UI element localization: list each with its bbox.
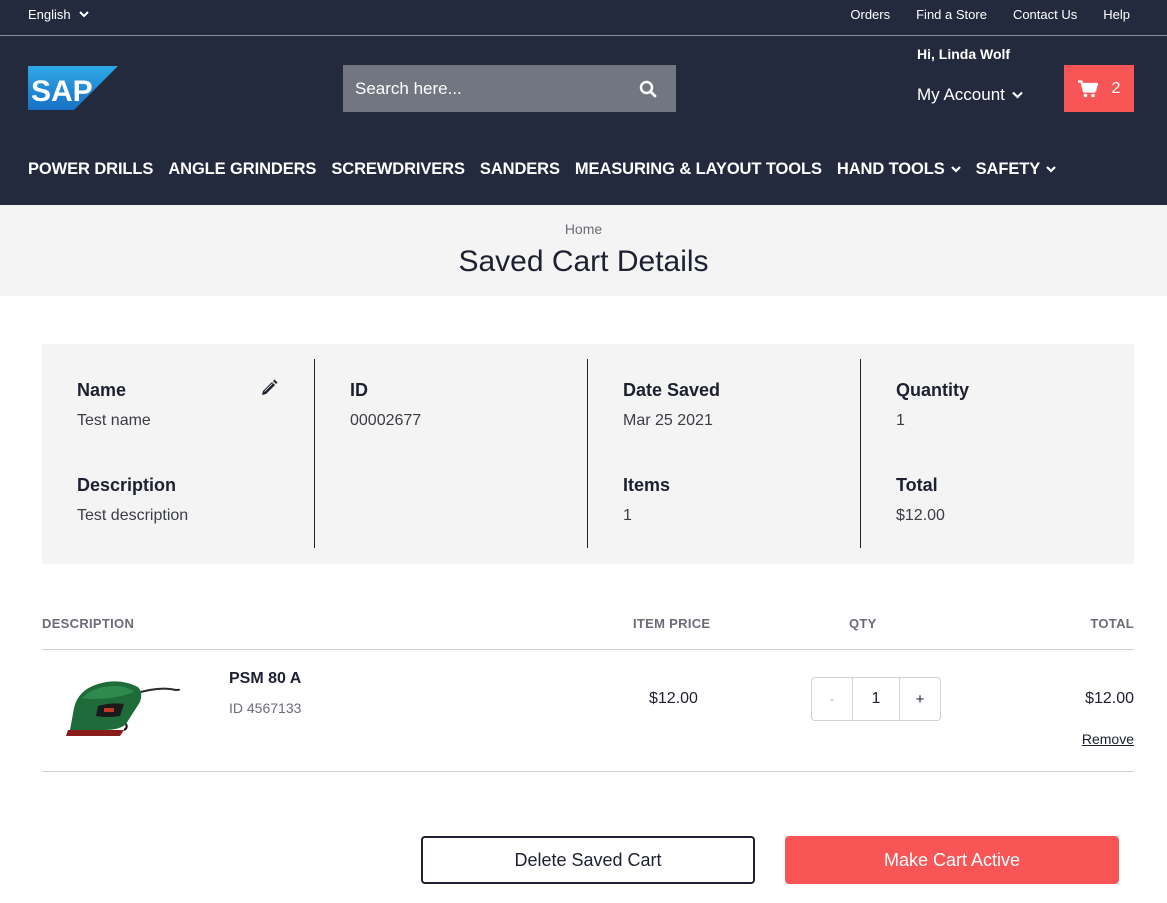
summary-col-date: Date Saved Mar 25 2021 Items 1 [588, 359, 861, 548]
chevron-down-icon [78, 11, 89, 18]
quantity-stepper: - 1 + [811, 677, 941, 721]
quantity-label: Quantity [896, 380, 970, 400]
user-greeting: Hi, Linda Wolf [917, 46, 1011, 62]
find-store-link[interactable]: Find a Store [916, 7, 987, 22]
page-header-band: Home Saved Cart Details [0, 205, 1167, 296]
id-label: ID [350, 380, 368, 400]
row-total: $12.00 [1085, 690, 1134, 707]
category-nav: POWER DRILLS ANGLE GRINDERS SCREWDRIVERS… [28, 160, 1056, 179]
nav-item-power-drills[interactable]: POWER DRILLS [28, 160, 153, 179]
utility-links: Orders Find a Store Contact Us Help [850, 7, 1130, 22]
language-label: English [28, 7, 71, 22]
product-image[interactable] [64, 668, 180, 736]
col-header-total: TOTAL [1090, 616, 1134, 631]
date-saved-label: Date Saved [623, 380, 721, 400]
description-value: Test description [77, 507, 189, 524]
make-cart-active-button[interactable]: Make Cart Active [785, 836, 1119, 884]
chevron-down-icon [950, 166, 961, 173]
cart-icon [1077, 79, 1098, 97]
quantity-value: 1 [896, 412, 905, 429]
col-header-qty: QTY [849, 616, 877, 631]
name-label: Name [77, 380, 127, 400]
site-header: SAP Search here... Hi, Linda Wolf My Acc… [0, 36, 1167, 205]
description-label: Description [77, 475, 177, 495]
search-icon [639, 80, 657, 97]
product-name[interactable]: PSM 80 A [229, 670, 301, 688]
col-header-description: DESCRIPTION [42, 616, 135, 631]
items-value: 1 [623, 507, 632, 524]
search-button[interactable] [620, 65, 676, 112]
decrease-quantity-button[interactable]: - [812, 678, 853, 720]
chevron-down-icon [1046, 166, 1056, 173]
total-value: $12.00 [896, 507, 945, 524]
nav-item-sanders[interactable]: SANDERS [480, 160, 560, 179]
items-label: Items [623, 475, 671, 495]
item-price: $12.00 [649, 690, 698, 707]
table-row: PSM 80 A ID 4567133 $12.00 - 1 + $12.00 … [42, 650, 1134, 772]
logo-text: SAP [31, 75, 93, 108]
remove-link[interactable]: Remove [1082, 731, 1134, 747]
my-account-menu[interactable]: My Account [917, 85, 1023, 105]
increase-quantity-button[interactable]: + [899, 678, 940, 720]
delete-saved-cart-button[interactable]: Delete Saved Cart [421, 836, 755, 884]
nav-item-hand-tools[interactable]: HAND TOOLS [837, 160, 961, 179]
total-label: Total [896, 475, 938, 495]
mini-cart-button[interactable]: 2 [1064, 65, 1134, 112]
pencil-icon[interactable] [260, 379, 278, 397]
nav-item-measuring-tools[interactable]: MEASURING & LAYOUT TOOLS [575, 160, 822, 179]
help-link[interactable]: Help [1103, 7, 1130, 22]
nav-item-label: SAFETY [975, 160, 1041, 178]
date-saved-value: Mar 25 2021 [623, 412, 713, 429]
nav-item-label: HAND TOOLS [836, 160, 945, 178]
quantity-input[interactable]: 1 [853, 678, 899, 720]
cart-table-header: DESCRIPTION ITEM PRICE QTY TOTAL [42, 614, 1134, 650]
col-header-item-price: ITEM PRICE [633, 616, 711, 631]
sap-logo[interactable]: SAP [28, 66, 118, 110]
my-account-label: My Account [917, 85, 1005, 104]
nav-item-label: POWER DRILLS [28, 160, 154, 178]
nav-item-screwdrivers[interactable]: SCREWDRIVERS [331, 160, 465, 179]
nav-item-angle-grinders[interactable]: ANGLE GRINDERS [168, 160, 316, 179]
summary-col-quantity: Quantity 1 Total $12.00 [861, 359, 1134, 548]
name-value: Test name [77, 412, 151, 429]
saved-cart-summary: Name Test name Description Test descript… [42, 344, 1134, 564]
contact-us-link[interactable]: Contact Us [1013, 7, 1077, 22]
breadcrumb-home[interactable]: Home [0, 221, 1167, 237]
product-id: ID 4567133 [229, 700, 302, 716]
id-value: 00002677 [350, 412, 422, 429]
summary-col-id: ID 00002677 [315, 359, 588, 548]
nav-item-label: MEASURING & LAYOUT TOOLS [574, 160, 822, 178]
chevron-down-icon [1012, 91, 1023, 99]
language-selector[interactable]: English [28, 7, 89, 22]
search-input[interactable]: Search here... [355, 79, 620, 99]
top-utility-bar: English Orders Find a Store Contact Us H… [0, 0, 1167, 36]
page-title: Saved Cart Details [458, 245, 709, 278]
nav-item-safety[interactable]: SAFETY [976, 160, 1057, 179]
nav-item-label: SCREWDRIVERS [331, 160, 465, 178]
search-box[interactable]: Search here... [343, 65, 676, 112]
summary-col-name: Name Test name Description Test descript… [42, 359, 315, 548]
nav-item-label: SANDERS [479, 160, 560, 178]
cart-count: 2 [1111, 79, 1121, 97]
orders-link[interactable]: Orders [850, 7, 890, 22]
nav-item-label: ANGLE GRINDERS [168, 160, 317, 178]
